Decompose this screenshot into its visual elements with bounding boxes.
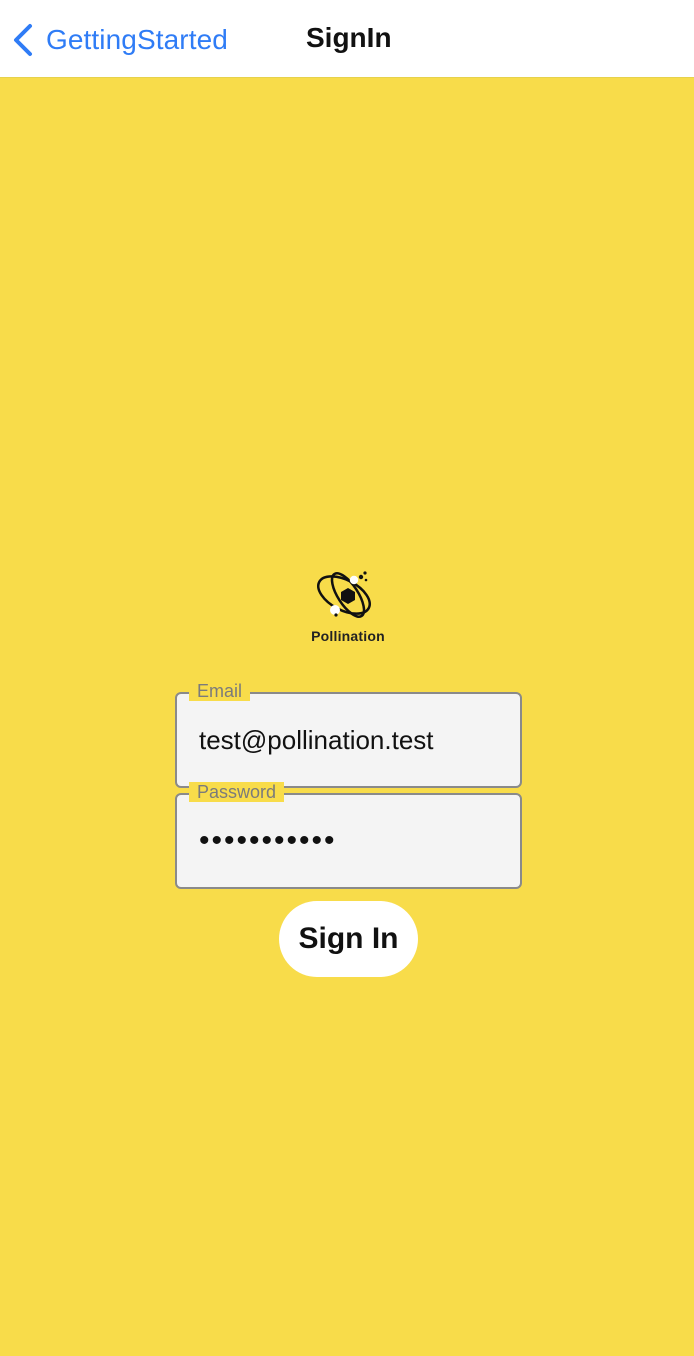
navigation-bar: GettingStarted SignIn (0, 0, 694, 78)
chevron-left-icon (10, 22, 36, 58)
bee-logo-icon (317, 571, 371, 618)
logo-text: Pollination (311, 628, 385, 644)
page-title: SignIn (306, 22, 392, 53)
email-field[interactable]: Email test@pollination.test (175, 681, 522, 788)
back-button[interactable]: GettingStarted (10, 18, 228, 62)
back-button-label: GettingStarted (46, 24, 228, 55)
email-field-label: Email (189, 681, 251, 701)
email-field-value: test@pollination.test (199, 725, 434, 755)
sign-in-button[interactable]: Sign In (279, 901, 418, 977)
pollination-logo: Pollination (296, 568, 400, 648)
password-field-label: Password (189, 782, 285, 802)
password-field[interactable]: Password ••••••••••• (175, 782, 522, 889)
password-field-value: ••••••••••• (199, 824, 337, 857)
